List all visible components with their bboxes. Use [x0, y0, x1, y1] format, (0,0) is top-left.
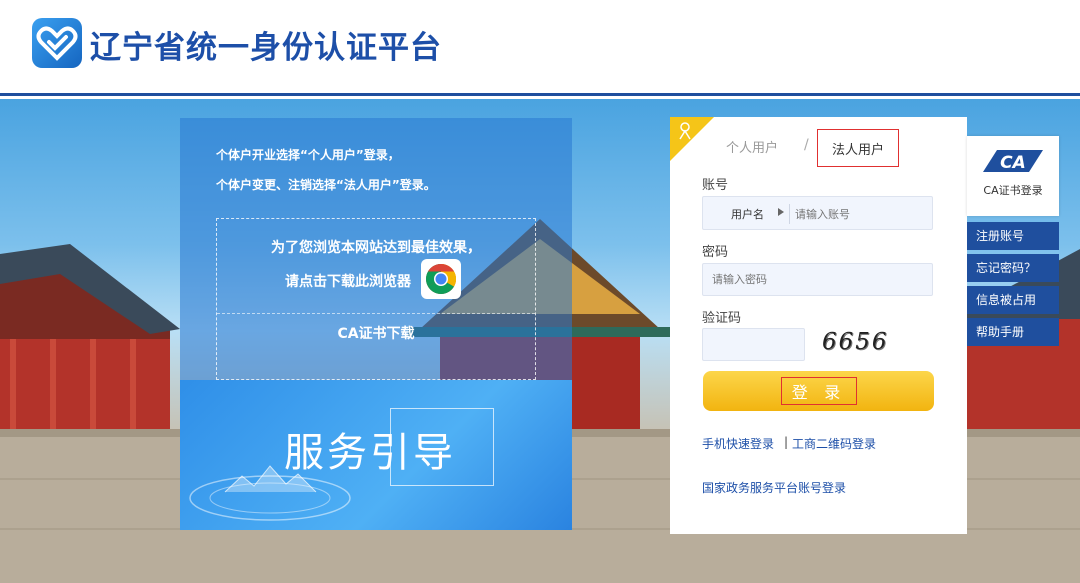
site-header: 辽宁省统一身份认证平台: [0, 0, 1080, 96]
captcha-image[interactable]: 6656: [822, 329, 902, 359]
tab-personal-user[interactable]: 个人用户: [726, 137, 778, 156]
browser-download-link[interactable]: 请点击下载此浏览器: [285, 271, 411, 291]
tab-separator: /: [804, 137, 809, 153]
divider: [789, 204, 790, 224]
help-manual-button[interactable]: 帮助手册: [967, 318, 1059, 346]
info-line-individual-change: 个体户变更、注销选择“法人用户”登录。: [216, 178, 436, 192]
heart-check-logo-icon: [32, 18, 82, 68]
password-input[interactable]: [702, 263, 933, 296]
national-platform-login-link[interactable]: 国家政务服务平台账号登录: [702, 479, 846, 496]
service-guide-title: 服务引导: [284, 430, 456, 476]
login-button-label: 登 录: [781, 377, 857, 405]
mobile-login-link[interactable]: 手机快速登录: [702, 435, 774, 452]
account-type-select[interactable]: 用户名: [731, 206, 764, 222]
qr-login-link[interactable]: 工商二维码登录: [792, 435, 876, 452]
divider: [217, 313, 535, 314]
tab-legal-user[interactable]: 法人用户: [817, 129, 899, 167]
ca-logo-icon: CA: [979, 146, 1047, 176]
link-separator: |: [784, 435, 789, 449]
browser-download-box: 为了您浏览本网站达到最佳效果， 请点击下载此浏览器 CA证书下载: [216, 218, 536, 380]
login-card: 个人用户 / 法人用户 账号 用户名 密码 验证码 6656 登 录 手机快速登…: [670, 117, 967, 534]
caret-icon: [778, 208, 784, 216]
captcha-input[interactable]: [702, 328, 805, 361]
account-label: 账号: [702, 178, 729, 193]
tab-legal-user-label: 法人用户: [831, 142, 884, 158]
ca-login-label: CA证书登录: [983, 184, 1043, 197]
browser-tip: 为了您浏览本网站达到最佳效果，: [271, 240, 481, 256]
account-field: 用户名: [702, 196, 933, 230]
forgot-password-button[interactable]: 忘记密码？: [967, 254, 1059, 282]
login-button[interactable]: 登 录: [703, 371, 934, 411]
register-account-button[interactable]: 注册账号: [967, 222, 1059, 250]
info-panel: 个体户开业选择“个人用户”登录， 个体户变更、注销选择“法人用户”登录。 为了您…: [180, 118, 572, 530]
password-label: 密码: [702, 245, 729, 260]
info-line-individual-open: 个体户开业选择“个人用户”登录，: [216, 148, 400, 162]
site-title: 辽宁省统一身份认证平台: [90, 30, 442, 66]
service-guide-banner[interactable]: 服务引导: [180, 380, 572, 530]
ca-logo-text: CA: [1000, 153, 1026, 173]
person-outline-icon: [679, 122, 691, 140]
ca-download-link[interactable]: CA证书下载: [217, 323, 535, 343]
ca-certificate-login[interactable]: CA CA证书登录: [967, 136, 1059, 216]
account-input[interactable]: [795, 203, 929, 225]
captcha-label: 验证码: [702, 311, 742, 326]
chrome-icon[interactable]: [421, 259, 461, 299]
info-occupied-button[interactable]: 信息被占用: [967, 286, 1059, 314]
